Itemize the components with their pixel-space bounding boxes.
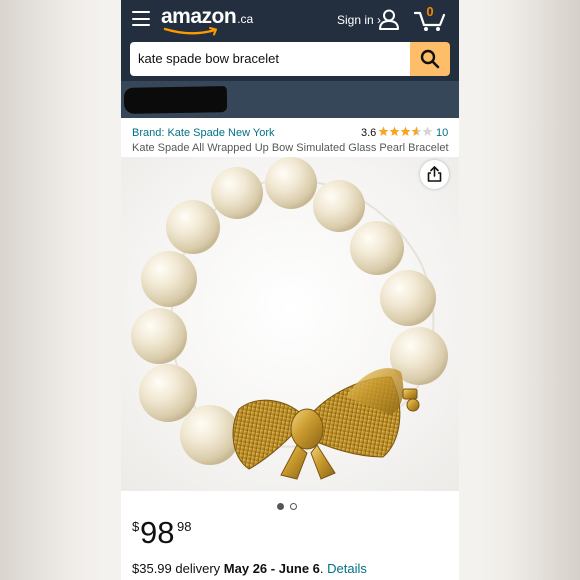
smile-arrow-icon <box>163 27 217 36</box>
search-bar: kate spade bow bracelet <box>121 38 459 81</box>
delivery-dates: May 26 - June 6 <box>223 561 320 576</box>
carousel-dot-active[interactable] <box>277 503 284 510</box>
price-whole: 98 <box>140 515 175 550</box>
product-title: Kate Spade All Wrapped Up Bow Simulated … <box>132 142 449 154</box>
cart-count: 0 <box>426 4 434 19</box>
logo-text: amazon <box>161 5 237 28</box>
sign-in-link[interactable]: Sign in › <box>337 13 381 27</box>
price-fraction: 98 <box>177 519 192 534</box>
user-icon[interactable] <box>378 9 400 30</box>
delivery-cost: $35.99 delivery <box>132 561 221 576</box>
logo-domain: .ca <box>237 12 254 26</box>
share-button[interactable] <box>420 160 449 189</box>
brand-link[interactable]: Brand: Kate Spade New York <box>132 127 274 139</box>
pearl-bracelet-image <box>131 157 448 480</box>
delivery-separator: . <box>319 561 324 576</box>
price-symbol: $ <box>132 519 140 534</box>
menu-icon[interactable] <box>132 11 150 26</box>
top-nav-bar: amazon.ca Sign in › 0 <box>121 0 459 38</box>
product-image[interactable] <box>121 157 459 491</box>
delivery-info: $35.99 delivery May 26 - June 6. Details <box>132 561 367 576</box>
search-button[interactable] <box>410 42 450 76</box>
rating-count-link[interactable]: 10 <box>436 127 448 139</box>
amazon-logo[interactable]: amazon.ca <box>161 5 254 36</box>
gold-bow <box>232 368 420 480</box>
cart-button[interactable]: 0 <box>413 4 450 32</box>
amazon-mobile-page: amazon.ca Sign in › 0 kate spade bow bra… <box>121 0 459 580</box>
carousel-dot[interactable] <box>290 503 297 510</box>
image-carousel-dots[interactable] <box>277 497 303 515</box>
star-rating-icon[interactable] <box>378 126 434 137</box>
delivery-location-bar[interactable] <box>121 81 459 118</box>
search-input[interactable]: kate spade bow bracelet <box>130 42 413 76</box>
search-icon <box>420 49 440 69</box>
share-icon <box>427 166 442 182</box>
delivery-details-link[interactable]: Details <box>327 561 367 576</box>
redaction-mark <box>123 86 228 114</box>
rating-value: 3.6 <box>361 127 377 139</box>
